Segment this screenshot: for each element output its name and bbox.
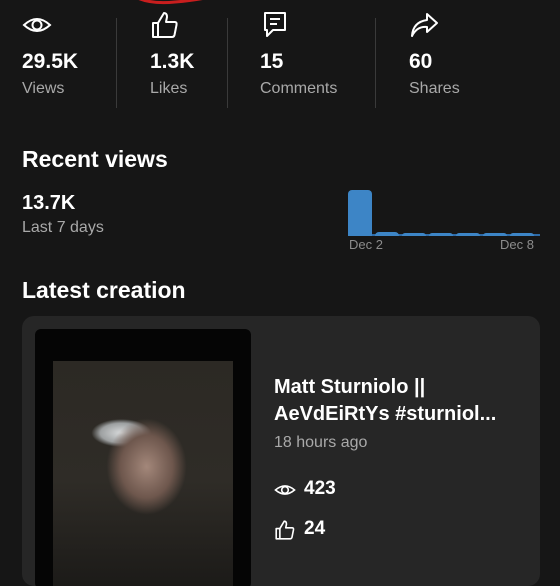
chart-bar [375, 232, 399, 236]
chart-bar [510, 233, 534, 236]
likes-value: 1.3K [150, 50, 195, 73]
video-thumbnail-image [53, 361, 233, 586]
video-title-line: Matt Sturniolo || [274, 376, 426, 398]
video-likes-value: 24 [304, 518, 326, 539]
video-time: 18 hours ago [274, 434, 368, 451]
comment-icon [264, 12, 286, 37]
chart-bar [402, 233, 426, 236]
eye-icon [22, 18, 52, 32]
chart-start-label: Dec 2 [349, 237, 383, 252]
video-thumbnail[interactable] [35, 329, 251, 586]
shares-value: 60 [409, 50, 433, 73]
share-icon [411, 13, 438, 37]
thumbs-up-icon [152, 12, 178, 38]
chart-end-label: Dec 8 [500, 237, 534, 252]
shares-label: Shares [409, 80, 460, 97]
likes-label: Likes [150, 80, 188, 97]
recent-views-chart[interactable] [348, 182, 540, 236]
recent-views-title: Recent views [22, 146, 168, 172]
video-title[interactable]: Matt Sturniolo || AeVdEiRtYs #sturniol..… [274, 374, 534, 428]
eye-icon [274, 485, 296, 495]
thumbs-up-icon [275, 520, 295, 540]
chart-bar [348, 190, 372, 236]
latest-creation-title: Latest creation [22, 277, 186, 303]
chart-bar [483, 233, 507, 236]
divider [227, 18, 228, 108]
views-label: Views [22, 80, 65, 97]
comments-value: 15 [260, 50, 284, 73]
stats-row: 29.5K Views 1.3K Likes 15 Comments 60 Sh… [0, 8, 560, 108]
recent-views-value: 13.7K [22, 192, 76, 214]
chart-bar [429, 233, 453, 236]
video-title-line: AeVdEiRtYs #sturniol... [274, 403, 497, 425]
video-views-value: 423 [304, 478, 336, 499]
chart-bar [456, 233, 480, 236]
divider [375, 18, 376, 108]
recent-views-period: Last 7 days [22, 219, 104, 236]
views-value: 29.5K [22, 50, 79, 73]
divider [116, 18, 117, 108]
comments-label: Comments [260, 80, 338, 97]
